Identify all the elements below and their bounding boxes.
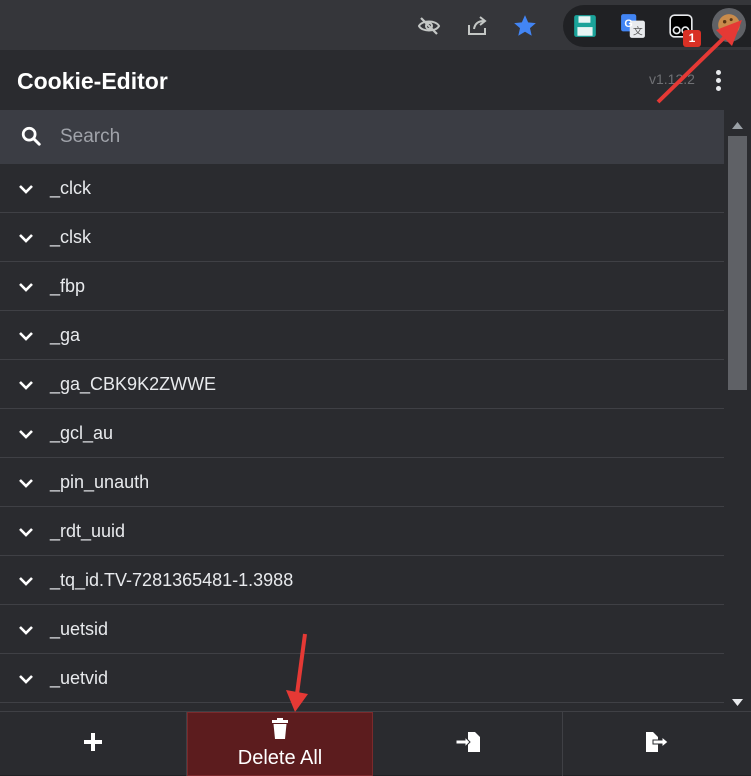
export-icon — [644, 730, 670, 759]
cookie-list: _clck _clsk _fbp _ga _ga_CBK9K2ZWWE _gcl… — [0, 164, 724, 710]
chevron-down-icon[interactable] — [18, 181, 34, 202]
scrollbar[interactable] — [724, 110, 751, 710]
scroll-up-icon[interactable] — [732, 116, 743, 134]
cookie-editor-popup: Cookie-Editor v1.12.2 _clck _clsk _fbp _… — [0, 50, 751, 776]
extension-badge: 1 — [683, 30, 701, 47]
chevron-down-icon[interactable] — [18, 426, 34, 447]
import-icon — [455, 730, 481, 759]
cookie-name: _rdt_uuid — [50, 521, 126, 541]
chevron-down-icon[interactable] — [18, 230, 34, 251]
chevron-down-icon[interactable] — [18, 377, 34, 398]
scrollbar-thumb[interactable] — [728, 136, 747, 390]
eye-slash-icon[interactable] — [415, 12, 443, 40]
cookie-row[interactable]: _pin_unauth — [0, 458, 724, 507]
export-button[interactable] — [563, 712, 751, 776]
cookie-row[interactable]: _fbp — [0, 262, 724, 311]
delete-all-button[interactable]: Delete All — [187, 712, 373, 776]
add-cookie-button[interactable] — [0, 712, 187, 776]
trash-icon — [270, 718, 290, 745]
scroll-down-icon[interactable] — [732, 694, 743, 712]
google-translate-icon[interactable]: G文 — [619, 12, 647, 40]
search-bar — [0, 110, 724, 164]
search-icon — [20, 125, 42, 152]
version-label: v1.12.2 — [649, 71, 695, 87]
cookie-name: _pin_unauth — [50, 472, 150, 492]
cookie-row[interactable]: _gcl_au — [0, 409, 724, 458]
import-button[interactable] — [373, 712, 563, 776]
add-icon — [83, 732, 103, 757]
more-menu-icon[interactable] — [708, 66, 728, 94]
app-title: Cookie-Editor — [17, 68, 168, 94]
cookie-row[interactable]: _clck — [0, 164, 724, 213]
cookie-editor-extension-icon[interactable] — [712, 8, 746, 42]
search-input[interactable] — [58, 120, 698, 154]
popup-header: Cookie-Editor v1.12.2 — [0, 50, 751, 110]
svg-text:文: 文 — [633, 25, 643, 38]
cookie-name: _uetsid — [50, 619, 109, 639]
chevron-down-icon[interactable] — [18, 279, 34, 300]
chevron-down-icon[interactable] — [18, 671, 34, 692]
cookie-row[interactable]: _ga_CBK9K2ZWWE — [0, 360, 724, 409]
cookie-name: _clsk — [50, 227, 92, 247]
chevron-down-icon[interactable] — [18, 573, 34, 594]
cookie-name: _clck — [50, 178, 92, 198]
cookie-row[interactable]: _uetvid — [0, 654, 724, 703]
browser-toolbar: G文 1 — [0, 0, 751, 50]
svg-text:G: G — [624, 18, 632, 30]
cookie-row[interactable]: _tq_id.TV-7281365481-1.3988 — [0, 556, 724, 605]
cookie-name: _fbp — [50, 276, 86, 296]
cookie-name: _gcl_au — [50, 423, 114, 443]
cookie-row[interactable]: _clsk — [0, 213, 724, 262]
star-icon[interactable] — [511, 12, 539, 40]
chevron-down-icon[interactable] — [18, 475, 34, 496]
chevron-down-icon[interactable] — [18, 524, 34, 545]
chevron-down-icon[interactable] — [18, 622, 34, 643]
chevron-down-icon[interactable] — [18, 328, 34, 349]
cookie-name: _tq_id.TV-7281365481-1.3988 — [50, 570, 294, 590]
share-icon[interactable] — [463, 12, 491, 40]
cookie-row[interactable]: _rdt_uuid — [0, 507, 724, 556]
save-extension-icon[interactable] — [571, 12, 599, 40]
cookie-name: _ga — [50, 325, 81, 345]
cookie-name: _uetvid — [50, 668, 109, 688]
cookie-name: _ga_CBK9K2ZWWE — [50, 374, 217, 394]
cookie-row[interactable]: _uetsid — [0, 605, 724, 654]
popup-footer: Delete All — [0, 711, 751, 776]
delete-all-label: Delete All — [237, 747, 323, 769]
cookie-row[interactable]: _ga — [0, 311, 724, 360]
